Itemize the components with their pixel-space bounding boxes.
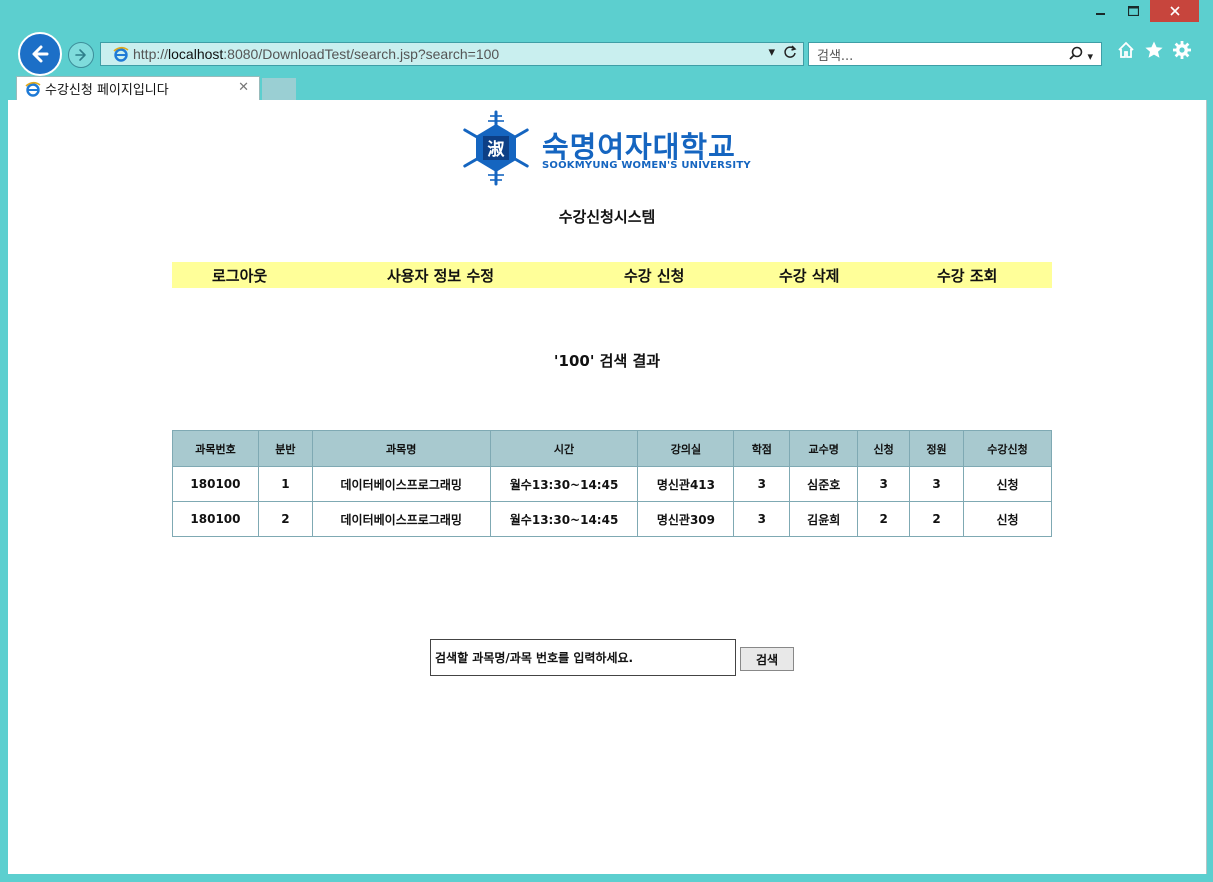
- table-cell: 180100: [172, 466, 259, 502]
- table-cell: 데이터베이스프로그래밍: [311, 501, 491, 537]
- browser-search-box[interactable]: 검색... ▾: [808, 42, 1102, 66]
- logo-english-text: SOOKMYUNG WOMEN'S UNIVERSITY: [542, 160, 751, 171]
- column-header: 정원: [909, 430, 965, 467]
- column-header: 교수명: [789, 430, 859, 467]
- emblem-seal-char: 淑: [488, 139, 505, 160]
- maximize-button[interactable]: [1118, 0, 1148, 22]
- column-header: 학점: [733, 430, 791, 467]
- close-window-button[interactable]: [1150, 0, 1199, 22]
- table-cell: 김윤희: [789, 501, 859, 537]
- column-header: 과목번호: [172, 430, 259, 467]
- close-icon: [1169, 6, 1180, 16]
- search-icon: [1069, 46, 1083, 60]
- table-row: 180100 1 데이터베이스프로그래밍 월수13:30~14:45 명신관41…: [172, 466, 1052, 502]
- university-logo: 淑 숙명여자대학교 SOOKMYUNG WOMEN'S UNIVERSITY: [458, 110, 778, 188]
- menu-edit-user[interactable]: 사용자 정보 수정: [387, 265, 494, 286]
- column-header: 강의실: [637, 430, 735, 467]
- table-cell: 명신관309: [637, 501, 735, 537]
- table-cell: 3: [733, 501, 791, 537]
- table-cell: 월수13:30~14:45: [489, 466, 639, 502]
- window-titlebar: [0, 0, 1213, 36]
- menu-view[interactable]: 수강 조회: [937, 265, 997, 286]
- tab-title: 수강신청 페이지입니다: [45, 83, 169, 98]
- snowflake-emblem-icon: 淑: [463, 110, 529, 186]
- refresh-icon[interactable]: [783, 45, 797, 59]
- back-button[interactable]: [18, 32, 62, 76]
- browser-tab-active[interactable]: 수강신청 페이지입니다 ✕: [16, 76, 260, 100]
- gear-icon[interactable]: [1172, 40, 1192, 60]
- browser-toolbar: [1116, 40, 1192, 60]
- favorites-star-icon[interactable]: [1144, 40, 1164, 60]
- minimize-button[interactable]: [1086, 0, 1116, 22]
- minimize-icon: [1096, 13, 1105, 15]
- ie-page-icon: [113, 46, 129, 62]
- table-cell: 심준호: [789, 466, 859, 502]
- table-cell: 2: [257, 501, 313, 537]
- table-cell: 2: [857, 501, 911, 537]
- table-cell: 명신관413: [637, 466, 735, 502]
- address-tools: ▾: [768, 45, 797, 60]
- column-header: 시간: [489, 430, 639, 467]
- column-header: 수강신청: [963, 430, 1052, 467]
- back-arrow-icon: [32, 45, 49, 63]
- course-table: 과목번호 분반 과목명 시간 강의실 학점 교수명 신청 정원 수강신청 180…: [172, 430, 1052, 537]
- new-tab-button[interactable]: [262, 78, 296, 100]
- column-header: 분반: [257, 430, 313, 467]
- table-cell: 180100: [172, 501, 259, 537]
- column-header: 과목명: [311, 430, 491, 467]
- menu-delete[interactable]: 수강 삭제: [779, 265, 839, 286]
- column-header: 신청: [857, 430, 911, 467]
- chevron-down-icon: ▾: [1087, 50, 1093, 63]
- table-cell: 월수13:30~14:45: [489, 501, 639, 537]
- table-cell: 데이터베이스프로그래밍: [311, 466, 491, 502]
- home-icon[interactable]: [1116, 40, 1136, 60]
- page-content: 淑 숙명여자대학교 SOOKMYUNG WOMEN'S UNIVERSITY 수…: [8, 100, 1207, 874]
- search-dropdown[interactable]: ▾: [1069, 46, 1093, 64]
- table-cell: 1: [257, 466, 313, 502]
- table-header-row: 과목번호 분반 과목명 시간 강의실 학점 교수명 신청 정원 수강신청: [172, 430, 1052, 467]
- table-cell: 3: [857, 466, 911, 502]
- table-cell: 3: [733, 466, 791, 502]
- course-search-input[interactable]: [430, 639, 736, 676]
- forward-arrow-icon: [75, 49, 86, 61]
- maximize-icon: [1127, 6, 1139, 16]
- dropdown-arrow-icon[interactable]: ▾: [768, 45, 775, 60]
- address-url: http://localhost:8080/DownloadTest/searc…: [133, 46, 500, 62]
- menu-enroll[interactable]: 수강 신청: [624, 265, 684, 286]
- search-result-title: '100' 검색 결과: [553, 352, 661, 370]
- address-bar[interactable]: http://localhost:8080/DownloadTest/searc…: [100, 42, 804, 66]
- course-search-button[interactable]: 검색: [740, 647, 794, 671]
- enroll-link[interactable]: 신청: [963, 501, 1052, 537]
- menu-logout[interactable]: 로그아웃: [212, 265, 267, 286]
- browser-search-placeholder: 검색...: [817, 48, 854, 64]
- tab-close-icon[interactable]: ✕: [238, 80, 249, 95]
- forward-button[interactable]: [68, 42, 94, 68]
- ie-tab-icon: [25, 81, 41, 97]
- enroll-link[interactable]: 신청: [963, 466, 1052, 502]
- main-menu: 로그아웃 사용자 정보 수정 수강 신청 수강 삭제 수강 조회: [172, 262, 1052, 288]
- table-cell: 2: [909, 501, 965, 537]
- system-title: 수강신청시스템: [558, 208, 656, 226]
- table-row: 180100 2 데이터베이스프로그래밍 월수13:30~14:45 명신관30…: [172, 501, 1052, 537]
- table-cell: 3: [909, 466, 965, 502]
